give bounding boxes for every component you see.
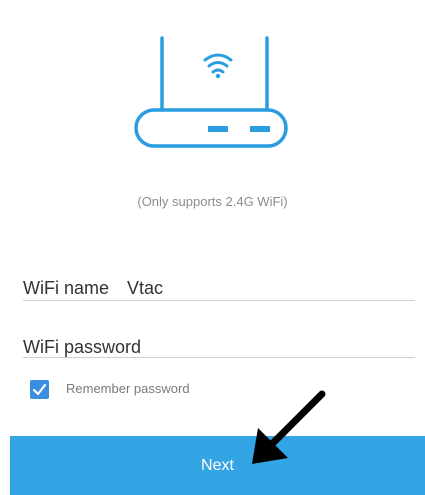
router-icon	[120, 30, 290, 150]
checkmark-icon	[32, 383, 47, 396]
wifi-name-value[interactable]: Vtac	[127, 278, 163, 299]
remember-password-label: Remember password	[66, 381, 190, 396]
remember-password-checkbox[interactable]	[30, 380, 49, 399]
wifi-setup-screen: (Only supports 2.4G WiFi) WiFi name Vtac…	[0, 0, 425, 495]
wifi-password-input[interactable]	[23, 333, 415, 359]
frequency-note: (Only supports 2.4G WiFi)	[137, 194, 288, 209]
next-button[interactable]: Next	[10, 436, 425, 495]
wifi-icon	[203, 53, 233, 74]
wifi-password-field[interactable]	[23, 333, 415, 359]
wifi-name-label: WiFi name	[23, 278, 110, 298]
wifi-name-field[interactable]: WiFi name Vtac	[23, 276, 415, 301]
